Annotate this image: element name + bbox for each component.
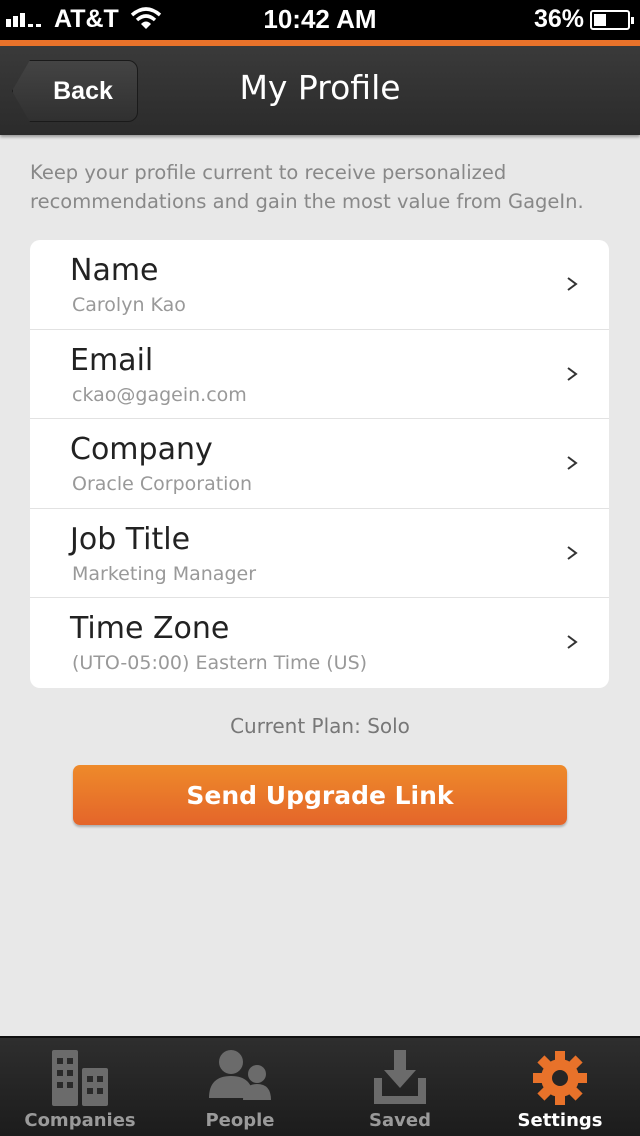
tab-label: Settings — [517, 1110, 603, 1131]
status-bar: AT&T 10:42 AM 36% — [0, 0, 640, 40]
profile-row-job-title[interactable]: Job Title Marketing Manager — [30, 509, 609, 598]
navigation-bar: Back My Profile — [0, 40, 640, 135]
tab-settings[interactable]: Settings — [480, 1038, 640, 1136]
profile-row-email[interactable]: Email ckao@gagein.com — [30, 330, 609, 419]
current-plan-text: Current Plan: Solo — [230, 714, 410, 738]
field-label: Email — [70, 342, 154, 378]
people-icon — [209, 1050, 271, 1100]
tab-label: Saved — [369, 1110, 431, 1131]
battery-icon — [590, 10, 634, 30]
chevron-right-icon — [567, 456, 578, 470]
field-value: Carolyn Kao — [72, 294, 186, 316]
chevron-right-icon — [567, 545, 578, 560]
battery-percent: 36% — [533, 5, 584, 33]
tab-people[interactable]: People — [160, 1038, 320, 1136]
chevron-right-icon — [567, 277, 578, 291]
profile-row-company[interactable]: Company Oracle Corporation — [30, 419, 609, 509]
field-value: ckao@gagein.com — [72, 383, 247, 406]
tab-label: People — [205, 1110, 275, 1131]
field-value: Marketing Manager — [72, 562, 257, 585]
gear-icon — [533, 1051, 587, 1105]
field-value: Oracle Corporation — [72, 473, 253, 495]
field-label: Company — [70, 432, 213, 467]
tab-companies[interactable]: Companies — [0, 1038, 160, 1136]
tab-label: Companies — [24, 1110, 136, 1131]
profile-row-time-zone[interactable]: Time Zone (UTO-05:00) Eastern Time (US) — [30, 598, 609, 688]
chevron-right-icon — [567, 366, 578, 381]
tab-bar: Companies People Saved Settings — [0, 1036, 640, 1136]
field-label: Time Zone — [70, 611, 230, 646]
field-label: Name — [70, 253, 159, 288]
profile-fields-card: Name Carolyn Kao Email ckao@gagein.com C… — [30, 240, 609, 688]
profile-row-name[interactable]: Name Carolyn Kao — [30, 240, 609, 330]
send-upgrade-link-button[interactable]: Send Upgrade Link — [73, 765, 567, 825]
chevron-right-icon — [567, 635, 578, 649]
buildings-icon — [52, 1050, 108, 1106]
page-title: My Profile — [239, 68, 401, 107]
download-tray-icon — [374, 1050, 426, 1104]
tab-saved[interactable]: Saved — [320, 1038, 480, 1136]
profile-intro-text: Keep your profile current to receive per… — [30, 161, 584, 213]
field-label: Job Title — [70, 521, 191, 557]
field-value: (UTO-05:00) Eastern Time (US) — [72, 652, 368, 674]
